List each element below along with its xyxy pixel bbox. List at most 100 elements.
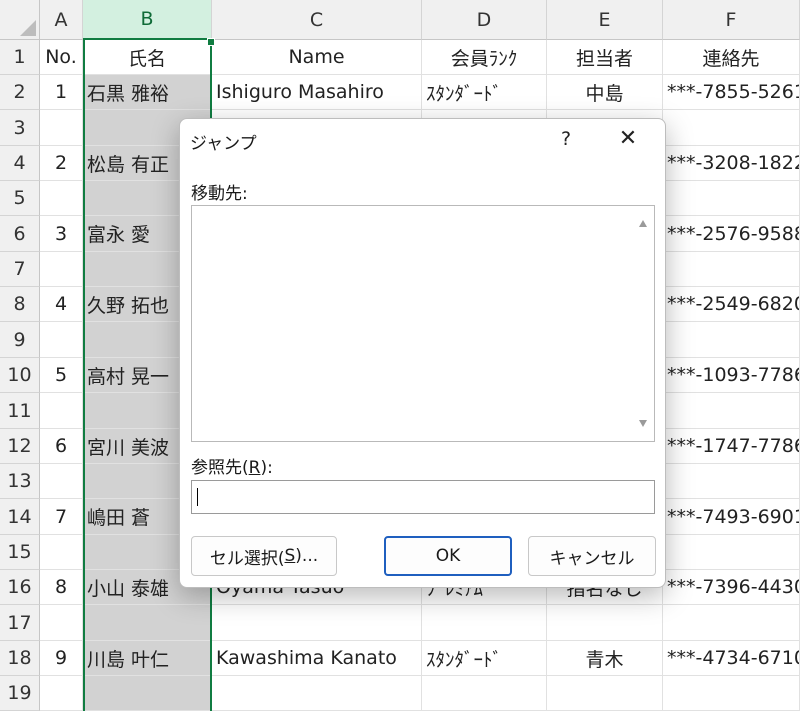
cell-e1[interactable]: 担当者 <box>547 40 663 75</box>
select-all-corner[interactable] <box>0 0 40 40</box>
cell-a11[interactable] <box>40 393 83 429</box>
cell-f18[interactable]: ***-4734-6710 <box>663 641 800 676</box>
column-header-f[interactable]: F <box>663 0 800 40</box>
cell-b1[interactable]: 氏名 <box>83 40 212 75</box>
cell-f4[interactable]: ***-3208-1822 <box>663 146 800 181</box>
cell-f6[interactable]: ***-2576-9588 <box>663 216 800 252</box>
cell-f19[interactable] <box>663 676 800 711</box>
cell-d17[interactable] <box>422 605 547 641</box>
row-header-5[interactable]: 5 <box>0 181 40 216</box>
cell-f12[interactable]: ***-1747-7786 <box>663 429 800 464</box>
cell-e2[interactable]: 中島 <box>547 75 663 110</box>
goto-list-scrollbar[interactable] <box>634 206 654 441</box>
column-header-c[interactable]: C <box>212 0 422 40</box>
cell-f14[interactable]: ***-7493-6901 <box>663 499 800 535</box>
cell-a2[interactable]: 1 <box>40 75 83 110</box>
cell-d2[interactable]: ｽﾀﾝﾀﾞｰﾄﾞ <box>422 75 547 110</box>
cell-a13[interactable] <box>40 464 83 499</box>
cell-a12[interactable]: 6 <box>40 429 83 464</box>
close-button[interactable]: ✕ <box>611 125 645 153</box>
cell-f3[interactable] <box>663 110 800 146</box>
cell-d1[interactable]: 会員ﾗﾝｸ <box>422 40 547 75</box>
column-header-b[interactable]: B <box>83 0 212 40</box>
cell-c19[interactable] <box>212 676 422 711</box>
cell-f1[interactable]: 連絡先 <box>663 40 800 75</box>
cell-a14[interactable]: 7 <box>40 499 83 535</box>
cell-c17[interactable] <box>212 605 422 641</box>
cell-f5[interactable] <box>663 181 800 216</box>
fill-handle[interactable] <box>207 38 215 46</box>
cell-f17[interactable] <box>663 605 800 641</box>
scroll-up-arrow-icon[interactable] <box>639 220 647 227</box>
cell-f11[interactable] <box>663 393 800 429</box>
cell-b18[interactable]: 川島 叶仁 <box>83 641 212 676</box>
cell-a19[interactable] <box>40 676 83 711</box>
row-header-14[interactable]: 14 <box>0 499 40 535</box>
cell-a6[interactable]: 3 <box>40 216 83 252</box>
scroll-down-arrow-icon[interactable] <box>639 420 647 427</box>
row-header-12[interactable]: 12 <box>0 429 40 464</box>
cell-a9[interactable] <box>40 322 83 358</box>
row-header-11[interactable]: 11 <box>0 393 40 429</box>
reference-label: 参照先(R): <box>191 453 273 478</box>
cell-e17[interactable] <box>547 605 663 641</box>
cell-a8[interactable]: 4 <box>40 287 83 322</box>
cell-c1[interactable]: Name <box>212 40 422 75</box>
goto-list[interactable] <box>191 205 655 442</box>
cell-f16[interactable]: ***-7396-4430 <box>663 570 800 605</box>
cell-a1[interactable]: No. <box>40 40 83 75</box>
column-header-a[interactable]: A <box>40 0 83 40</box>
cell-a17[interactable] <box>40 605 83 641</box>
special-button-text: セル選択( <box>209 548 285 569</box>
row-header-2[interactable]: 2 <box>0 75 40 110</box>
row-header-6[interactable]: 6 <box>0 216 40 252</box>
cell-f9[interactable] <box>663 322 800 358</box>
cell-f2[interactable]: ***-7855-5261 <box>663 75 800 110</box>
row-header-17[interactable]: 17 <box>0 605 40 641</box>
row-header-1[interactable]: 1 <box>0 40 40 75</box>
row-header-18[interactable]: 18 <box>0 641 40 676</box>
cell-a10[interactable]: 5 <box>40 358 83 393</box>
cell-c2[interactable]: Ishiguro Masahiro <box>212 75 422 110</box>
row-header-15[interactable]: 15 <box>0 535 40 570</box>
select-all-triangle-icon <box>20 20 36 36</box>
row-header-19[interactable]: 19 <box>0 676 40 711</box>
cell-b2[interactable]: 石黒 雅裕 <box>83 75 212 110</box>
row-header-8[interactable]: 8 <box>0 287 40 322</box>
cell-f8[interactable]: ***-2549-6820 <box>663 287 800 322</box>
cell-f7[interactable] <box>663 252 800 287</box>
cell-a3[interactable] <box>40 110 83 146</box>
cell-f13[interactable] <box>663 464 800 499</box>
row-header-9[interactable]: 9 <box>0 322 40 358</box>
row-header-10[interactable]: 10 <box>0 358 40 393</box>
cell-a18[interactable]: 9 <box>40 641 83 676</box>
reference-input[interactable] <box>191 480 655 514</box>
cell-b19[interactable] <box>83 676 212 711</box>
row-header-7[interactable]: 7 <box>0 252 40 287</box>
cell-a7[interactable] <box>40 252 83 287</box>
text-caret <box>197 488 198 506</box>
ok-button[interactable]: OK <box>384 536 512 576</box>
cell-d18[interactable]: ｽﾀﾝﾀﾞｰﾄﾞ <box>422 641 547 676</box>
row-header-3[interactable]: 3 <box>0 110 40 146</box>
column-header-d[interactable]: D <box>422 0 547 40</box>
cell-c18[interactable]: Kawashima Kanato <box>212 641 422 676</box>
column-header-e[interactable]: E <box>547 0 663 40</box>
row-header-13[interactable]: 13 <box>0 464 40 499</box>
cell-a15[interactable] <box>40 535 83 570</box>
cell-f15[interactable] <box>663 535 800 570</box>
cell-a5[interactable] <box>40 181 83 216</box>
cell-b17[interactable] <box>83 605 212 641</box>
cancel-button[interactable]: キャンセル <box>528 536 656 576</box>
row-header-4[interactable]: 4 <box>0 146 40 181</box>
cell-d19[interactable] <box>422 676 547 711</box>
help-button[interactable]: ? <box>553 125 579 153</box>
cell-a16[interactable]: 8 <box>40 570 83 605</box>
special-button[interactable]: セル選択(S)... <box>191 536 337 576</box>
cell-a4[interactable]: 2 <box>40 146 83 181</box>
cell-e19[interactable] <box>547 676 663 711</box>
special-button-suffix: )... <box>295 546 319 566</box>
cell-f10[interactable]: ***-1093-7786 <box>663 358 800 393</box>
cell-e18[interactable]: 青木 <box>547 641 663 676</box>
row-header-16[interactable]: 16 <box>0 570 40 605</box>
